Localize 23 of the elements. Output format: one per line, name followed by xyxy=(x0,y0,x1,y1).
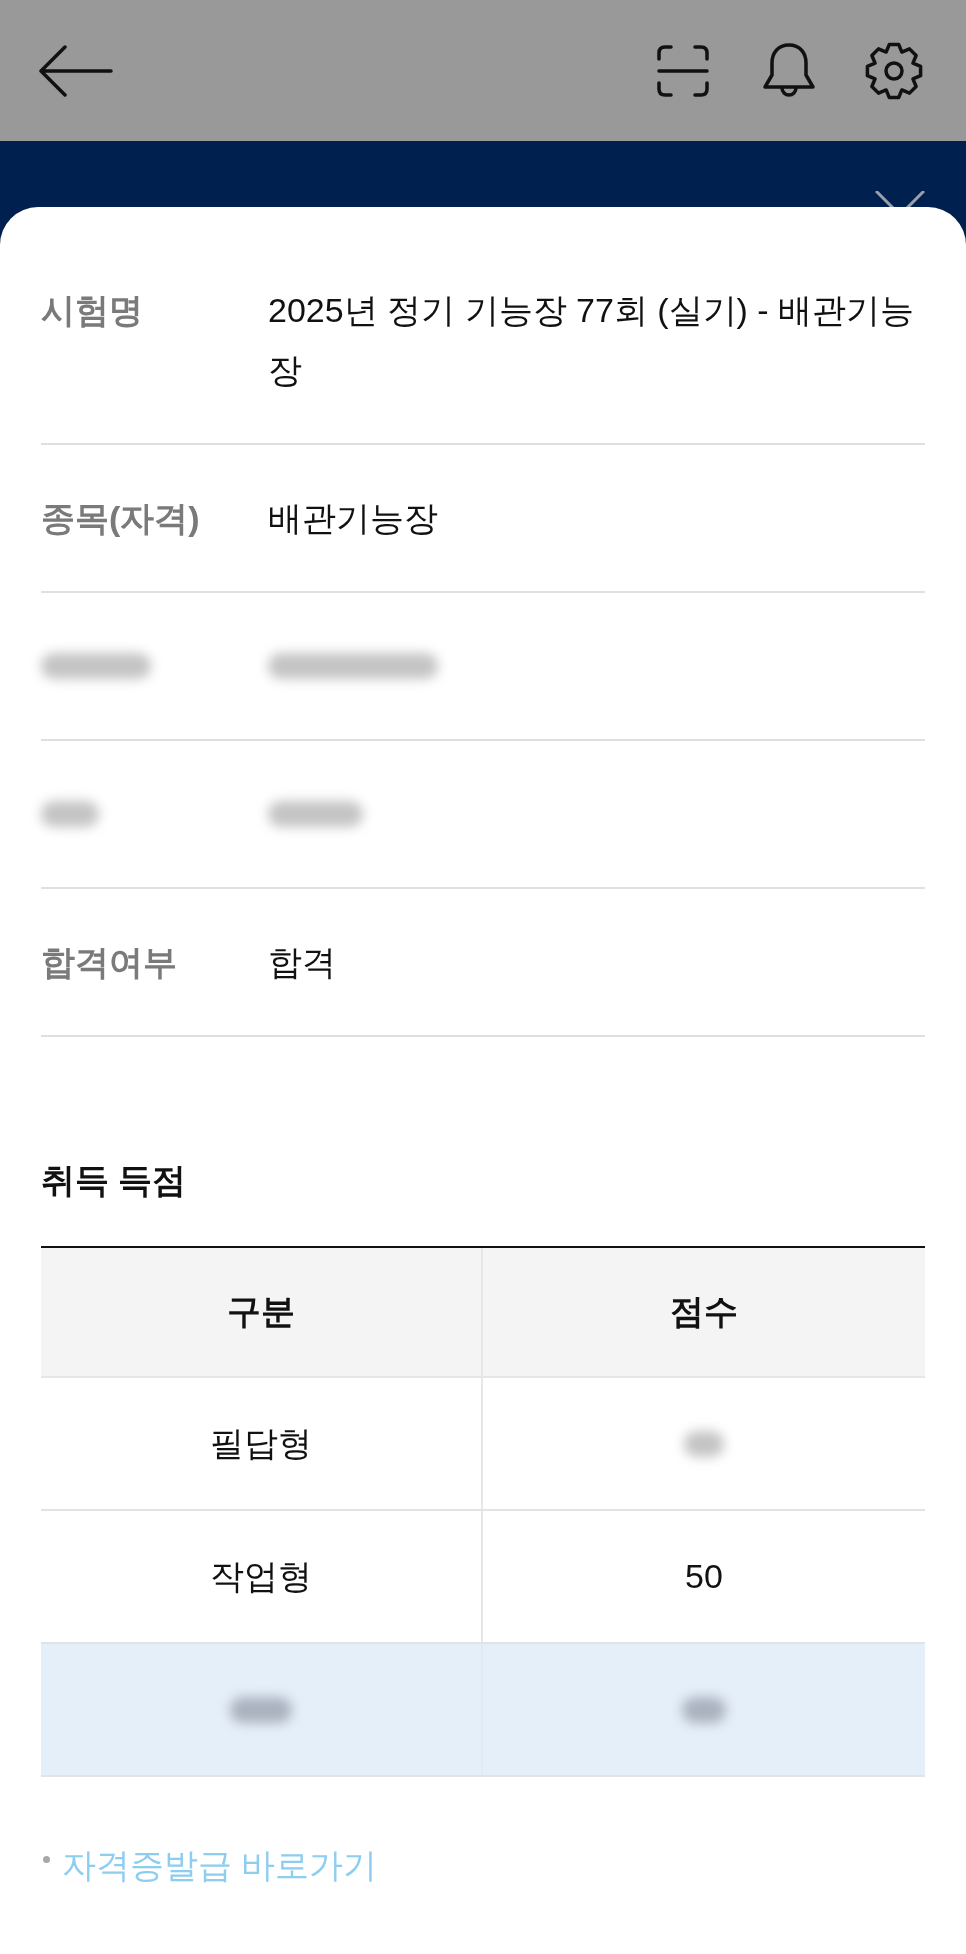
column-header: 구분 xyxy=(41,1248,483,1376)
bell-icon[interactable] xyxy=(761,41,817,100)
table-cell: 작업형 xyxy=(41,1511,483,1642)
close-icon[interactable] xyxy=(875,191,925,207)
redacted-text xyxy=(41,801,99,827)
field-value: 배관기능장 xyxy=(268,498,438,539)
settings-icon[interactable] xyxy=(864,40,924,101)
redacted-text xyxy=(684,1430,724,1457)
field-label: 시험명 xyxy=(41,290,143,331)
field-value: 합격 xyxy=(268,942,336,983)
field-value: 2025년 정기 기능장 77회 (실기) - 배관기능장 xyxy=(268,290,916,391)
section-title: 취득 득점 xyxy=(41,1160,187,1201)
back-arrow-icon[interactable] xyxy=(39,44,113,97)
bullet-icon xyxy=(43,1855,50,1863)
column-header: 점수 xyxy=(669,1291,739,1332)
table-cell: 필답형 xyxy=(41,1378,483,1509)
table-cell-text: 50 xyxy=(684,1556,724,1597)
field-label: 합격여부 xyxy=(41,942,177,983)
redacted-text xyxy=(230,1696,292,1723)
redacted-text xyxy=(682,1696,726,1723)
certificate-link[interactable]: 자격증발급 바로가기 xyxy=(62,1840,378,1890)
field-label: 종목(자격) xyxy=(41,498,200,539)
scan-icon[interactable] xyxy=(657,44,709,97)
